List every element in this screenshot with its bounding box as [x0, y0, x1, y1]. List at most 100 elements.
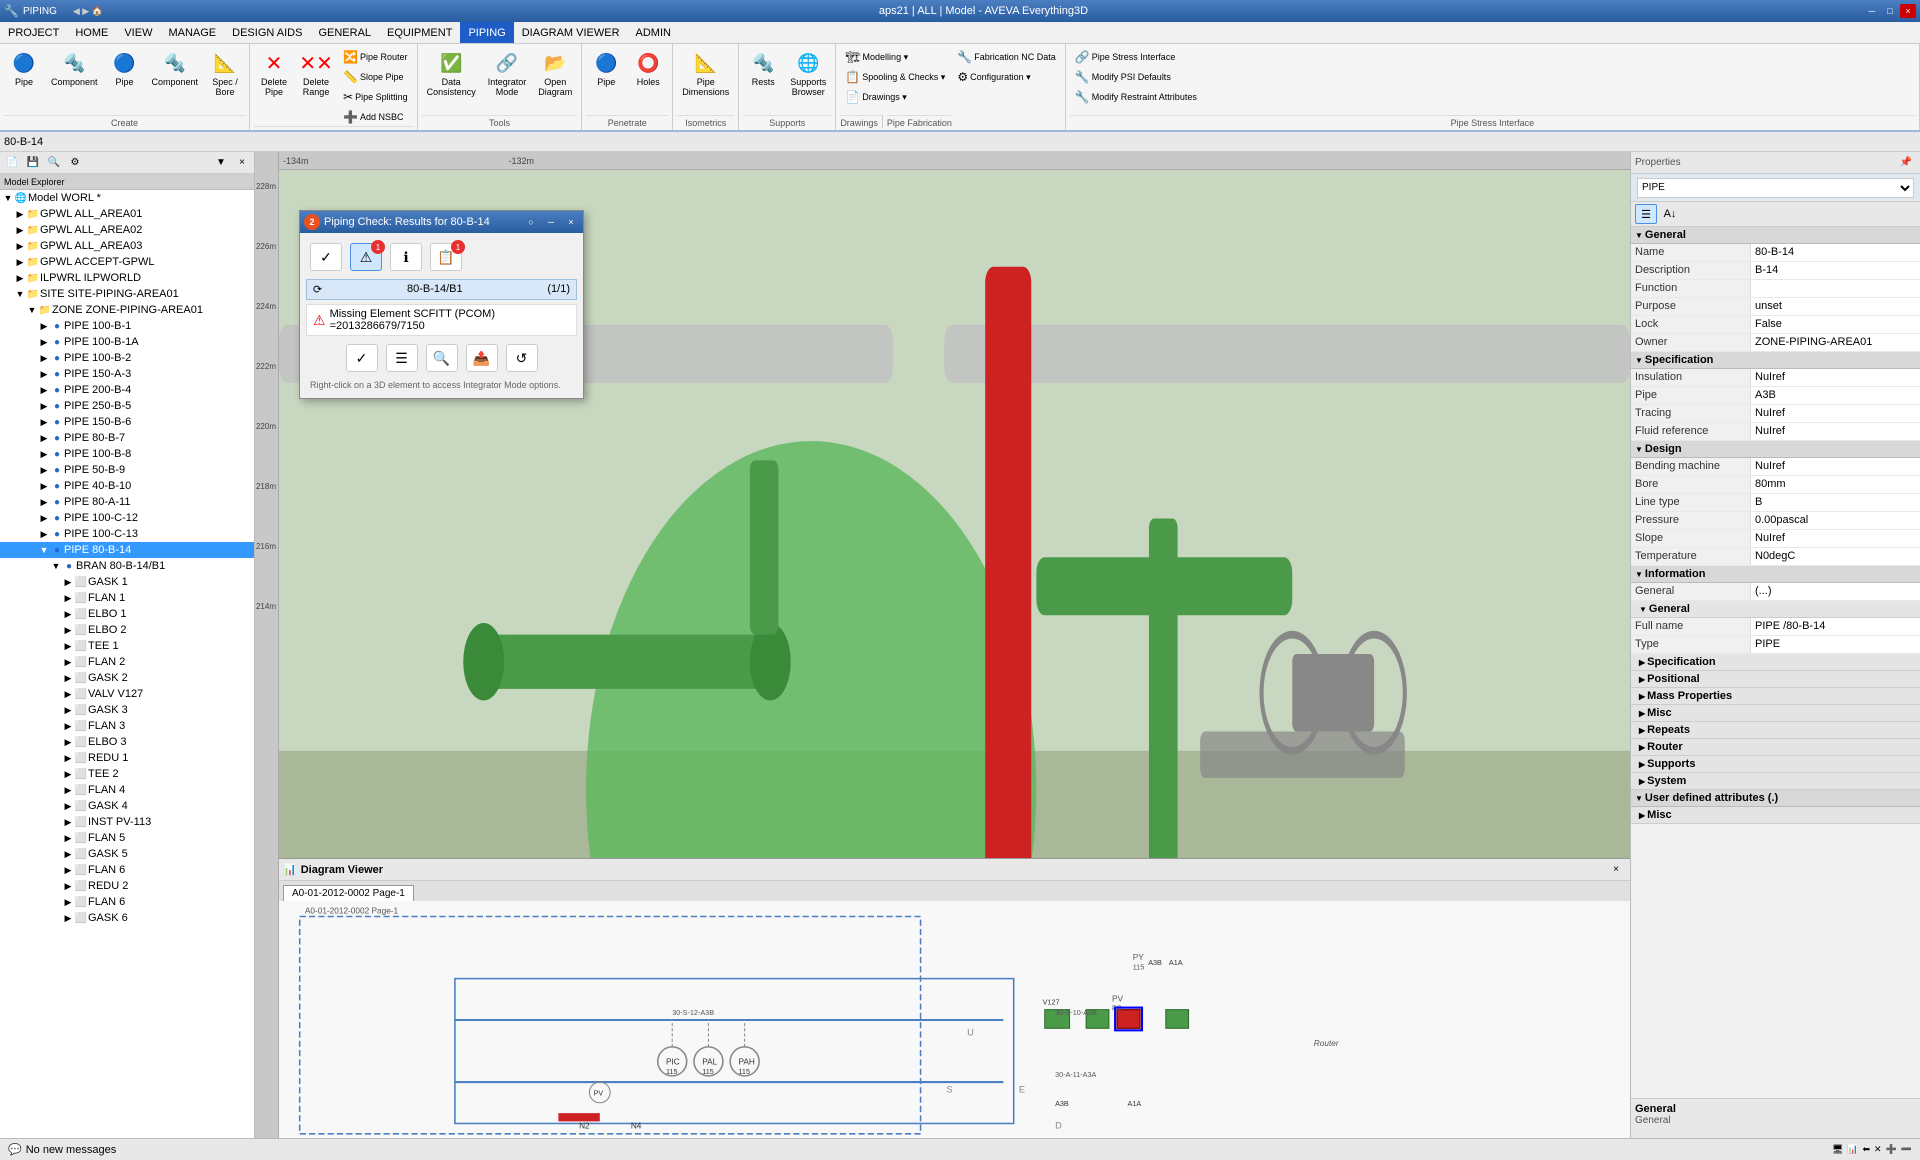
ribbon-btn-specbore[interactable]: 📐 Spec /Bore	[205, 46, 245, 100]
prop-section-general[interactable]: ▼ General	[1631, 227, 1920, 244]
tree-item-elbo3[interactable]: ▶⬜ELBO 3	[0, 734, 254, 750]
tree-toggle-elbo1[interactable]: ▶	[62, 608, 74, 620]
menu-piping[interactable]: PIPING	[460, 22, 513, 43]
ribbon-btn-pipe-dimensions[interactable]: 📐 PipeDimensions	[677, 46, 734, 100]
tree-item-elbo1[interactable]: ▶⬜ELBO 1	[0, 606, 254, 622]
tree-toggle-flan5[interactable]: ▶	[62, 832, 74, 844]
tree-toggle-pipe_80a11[interactable]: ▶	[38, 496, 50, 508]
tree-item-valv_v127[interactable]: ▶⬜VALV V127	[0, 686, 254, 702]
ribbon-btn-modify-restraint[interactable]: 🔧 Modify Restraint Attributes	[1070, 88, 1202, 106]
ribbon-btn-data-consistency[interactable]: ✅ DataConsistency	[422, 46, 481, 100]
tree-toggle-tee1[interactable]: ▶	[62, 640, 74, 652]
ribbon-btn-rests[interactable]: 🔩 Rests	[743, 46, 783, 90]
pcheck-info-btn[interactable]: ℹ	[390, 243, 422, 271]
restore-button[interactable]: □	[1882, 4, 1898, 18]
panel-close-btn[interactable]: ×	[232, 154, 252, 172]
ribbon-btn-drawings[interactable]: 📄 Drawings ▾	[840, 88, 950, 106]
diagram-tab-1[interactable]: A0-01-2012-0002 Page-1	[283, 885, 414, 901]
pcheck-ok-btn[interactable]: ✓	[310, 243, 342, 271]
tree-toggle-ilpwrl_ilpworld[interactable]: ▶	[14, 272, 26, 284]
prop-section-specification[interactable]: ▼ Specification	[1631, 352, 1920, 369]
tree-item-flan4[interactable]: ▶⬜FLAN 4	[0, 782, 254, 798]
ribbon-btn-spooling[interactable]: 📋 Spooling & Checks ▾	[840, 68, 950, 86]
prop-subsection-positional[interactable]: ▶ Positional	[1631, 671, 1920, 688]
tree-toggle-pipe_80b14[interactable]: ▼	[38, 544, 50, 556]
tree-toggle-gpwl_accept_gpwl[interactable]: ▶	[14, 256, 26, 268]
tree-toggle-gpwl_all_area02[interactable]: ▶	[14, 224, 26, 236]
tree-item-tee1[interactable]: ▶⬜TEE 1	[0, 638, 254, 654]
prop-icon-list[interactable]: ☰	[1635, 204, 1657, 224]
tree-toggle-model_worl[interactable]: ▼	[2, 192, 14, 204]
tree-toggle-gask6[interactable]: ▶	[62, 912, 74, 924]
ribbon-btn-add-nsbc[interactable]: ➕ Add NSBC	[338, 108, 413, 126]
pcheck-list-btn[interactable]: ☰	[386, 344, 418, 372]
piping-check-restore[interactable]: ─	[543, 215, 559, 229]
piping-check-minimize[interactable]: ○	[523, 215, 539, 229]
tree-toggle-flan6[interactable]: ▶	[62, 896, 74, 908]
tree-item-bran_80b14b1[interactable]: ▼●BRAN 80-B-14/B1	[0, 558, 254, 574]
tree-toggle-pipe_100b2[interactable]: ▶	[38, 352, 50, 364]
ribbon-btn-pipe-router[interactable]: 🔀 Pipe Router	[338, 48, 413, 66]
tree-toggle-pipe_100b1a[interactable]: ▶	[38, 336, 50, 348]
properties-type-select[interactable]: PIPE	[1637, 178, 1914, 198]
prop-subsection-system[interactable]: ▶ System	[1631, 773, 1920, 790]
tree-item-flan1[interactable]: ▶⬜FLAN 1	[0, 590, 254, 606]
tree-item-pipe_80b7[interactable]: ▶●PIPE 80-B-7	[0, 430, 254, 446]
menu-project[interactable]: PROJECT	[0, 22, 67, 43]
ribbon-btn-modelling[interactable]: 🏗 Modelling ▾	[840, 48, 950, 66]
tree-item-gpwl_all_area01[interactable]: ▶📁GPWL ALL_AREA01	[0, 206, 254, 222]
ribbon-btn-supports-browser[interactable]: 🌐 SupportsBrowser	[785, 46, 831, 100]
tree-item-pipe_80b14[interactable]: ▼●PIPE 80-B-14	[0, 542, 254, 558]
tree-toggle-zone_piping[interactable]: ▼	[26, 304, 38, 316]
prop-subsection-mass-properties[interactable]: ▶ Mass Properties	[1631, 688, 1920, 705]
tree-toggle-site_site_piping[interactable]: ▼	[14, 288, 26, 300]
tree-item-flan5[interactable]: ▶⬜FLAN 5	[0, 830, 254, 846]
tree-toggle-elbo2[interactable]: ▶	[62, 624, 74, 636]
ribbon-btn-pipe1[interactable]: 🔵 Pipe	[4, 46, 44, 90]
piping-check-close[interactable]: ×	[563, 215, 579, 229]
ribbon-btn-delete-pipe[interactable]: ✕ DeletePipe	[254, 46, 294, 100]
prop-subsection-general[interactable]: ▼ General	[1631, 601, 1920, 618]
tree-item-pipe_40b10[interactable]: ▶●PIPE 40-B-10	[0, 478, 254, 494]
tree-item-pipe_100b1[interactable]: ▶●PIPE 100-B-1	[0, 318, 254, 334]
tree-toggle-pipe_100b8[interactable]: ▶	[38, 448, 50, 460]
tree-toggle-pipe_100c12[interactable]: ▶	[38, 512, 50, 524]
pcheck-export-btn[interactable]: 📤	[466, 344, 498, 372]
ribbon-btn-configuration[interactable]: ⚙ Configuration ▾	[952, 68, 1061, 86]
tree-toggle-valv_v127[interactable]: ▶	[62, 688, 74, 700]
tree-item-flan2[interactable]: ▶⬜FLAN 2	[0, 654, 254, 670]
tree-toggle-gask5[interactable]: ▶	[62, 848, 74, 860]
prop-icon-alpha[interactable]: A↓	[1659, 204, 1681, 224]
tree-item-gpwl_all_area02[interactable]: ▶📁GPWL ALL_AREA02	[0, 222, 254, 238]
ribbon-btn-slope-pipe[interactable]: 📏 Slope Pipe	[338, 68, 413, 86]
prop-subsection-supports[interactable]: ▶ Supports	[1631, 756, 1920, 773]
ribbon-btn-integrator-mode[interactable]: 🔗 IntegratorMode	[483, 46, 532, 100]
pcheck-warn-btn[interactable]: 1 📋	[430, 243, 462, 271]
tree-toggle-flan2[interactable]: ▶	[62, 656, 74, 668]
tree-item-pipe_200b4[interactable]: ▶●PIPE 200-B-4	[0, 382, 254, 398]
tree-toggle-elbo3[interactable]: ▶	[62, 736, 74, 748]
pcheck-error-btn[interactable]: 1 ⚠	[350, 243, 382, 271]
ribbon-btn-fabrication-nc[interactable]: 🔧 Fabrication NC Data	[952, 48, 1061, 66]
tree-toggle-flan6a[interactable]: ▶	[62, 864, 74, 876]
tree-toggle-gask1[interactable]: ▶	[62, 576, 74, 588]
tree-item-gask3[interactable]: ▶⬜GASK 3	[0, 702, 254, 718]
prop-section-user-defined[interactable]: ▼ User defined attributes (.)	[1631, 790, 1920, 807]
tree-item-pipe_150b6[interactable]: ▶●PIPE 150-B-6	[0, 414, 254, 430]
ribbon-btn-pipe-splitting[interactable]: ✂ Pipe Splitting	[338, 88, 413, 106]
tree-item-pipe_50b9[interactable]: ▶●PIPE 50-B-9	[0, 462, 254, 478]
ribbon-btn-pipe-stress-interface[interactable]: 🔗 Pipe Stress Interface	[1070, 48, 1202, 66]
ribbon-btn-open-diagram[interactable]: 📂 OpenDiagram	[533, 46, 577, 100]
tree-item-zone_piping[interactable]: ▼📁ZONE ZONE-PIPING-AREA01	[0, 302, 254, 318]
tree-toggle-inst_pv113[interactable]: ▶	[62, 816, 74, 828]
diagram-viewer-content[interactable]: A0-01-2012-0002 Page-1 PIC 115 PAL 115 P…	[279, 901, 1630, 1138]
tree-item-pipe_250b5[interactable]: ▶●PIPE 250-B-5	[0, 398, 254, 414]
tree-item-pipe_100b8[interactable]: ▶●PIPE 100-B-8	[0, 446, 254, 462]
tree-item-pipe_80a11[interactable]: ▶●PIPE 80-A-11	[0, 494, 254, 510]
ribbon-btn-component2[interactable]: 🔩 Component	[147, 46, 204, 90]
prop-section-information[interactable]: ▼ Information	[1631, 566, 1920, 583]
tree-item-gask5[interactable]: ▶⬜GASK 5	[0, 846, 254, 862]
tree-item-inst_pv113[interactable]: ▶⬜INST PV-113	[0, 814, 254, 830]
tree-toggle-pipe_100c13[interactable]: ▶	[38, 528, 50, 540]
menu-home[interactable]: HOME	[67, 22, 116, 43]
